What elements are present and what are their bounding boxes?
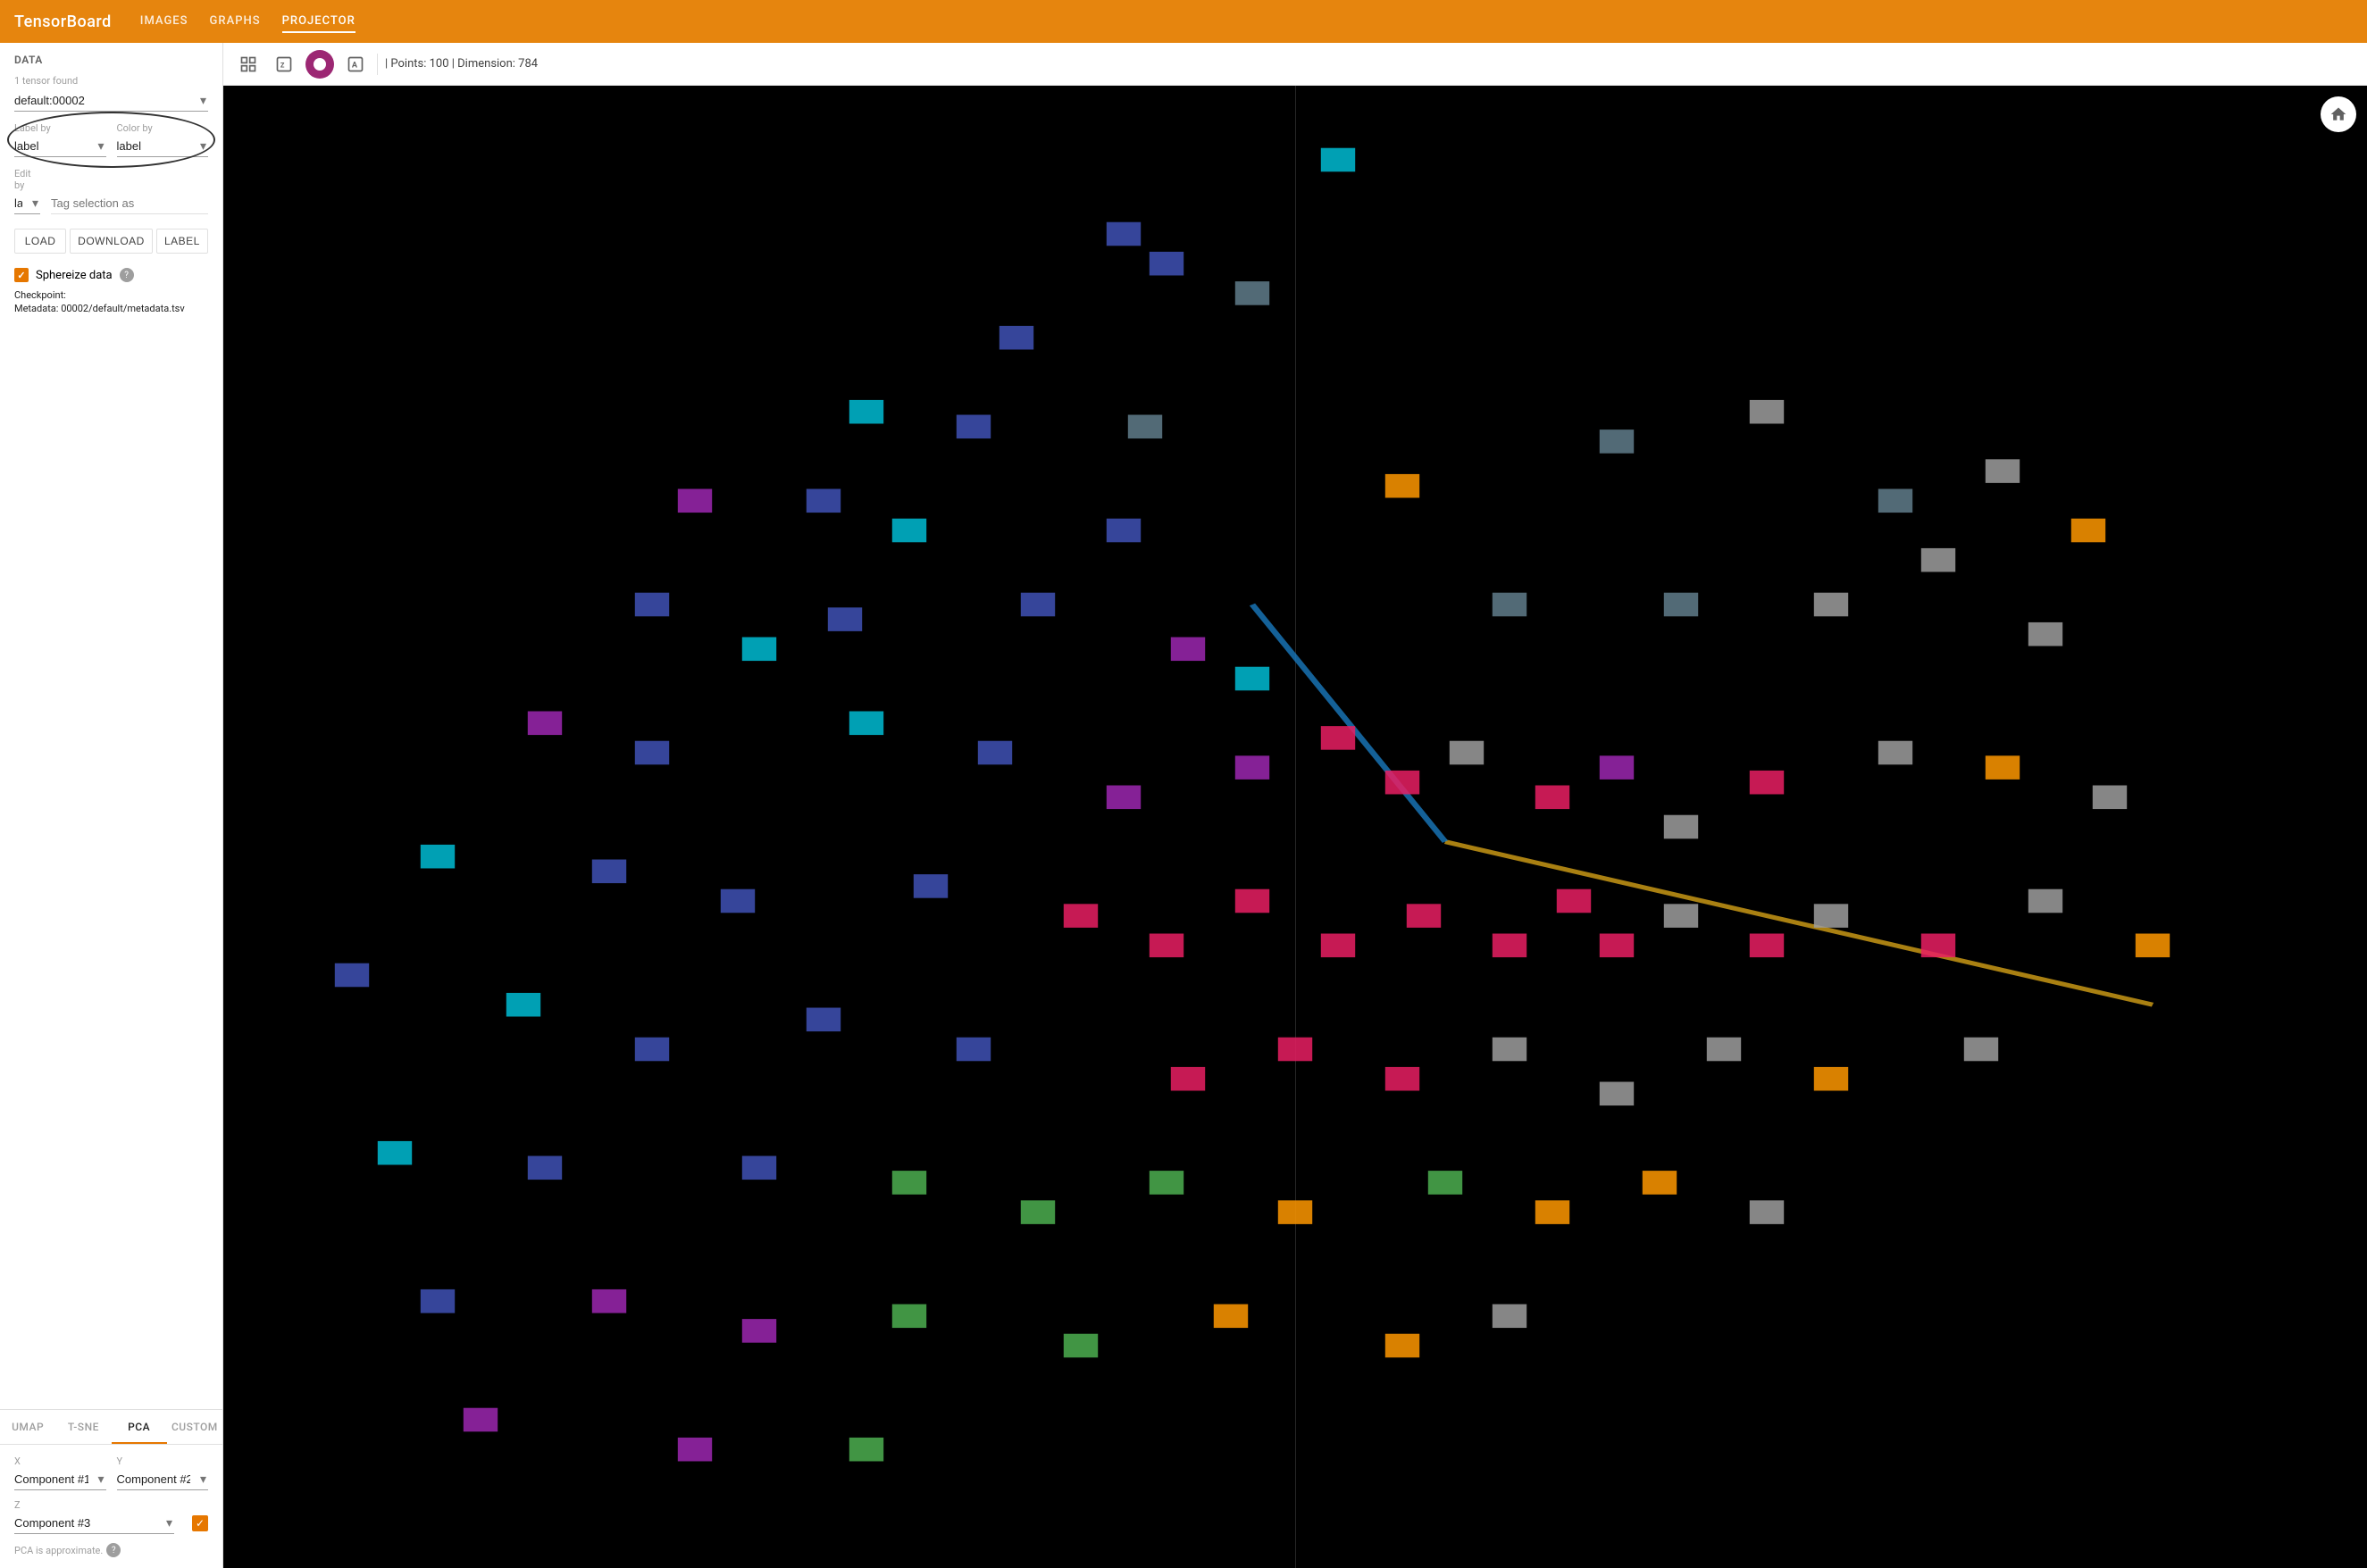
sidebar: DATA 1 tensor found default:00002 ▾ Labe… <box>0 43 223 1568</box>
data-section-title: DATA <box>14 54 208 66</box>
tab-custom[interactable]: CUSTOM <box>167 1410 222 1444</box>
z-axis-row: Z Component #3 ▾ ✓ <box>14 1499 208 1534</box>
load-button[interactable]: Load <box>14 229 66 254</box>
metadata-row: Metadata: 00002/default/metadata.tsv <box>14 303 208 314</box>
metadata-value: 00002/default/metadata.tsv <box>61 303 185 314</box>
svg-text:Z: Z <box>280 61 285 69</box>
sphereize-label: Sphereize data <box>36 269 113 282</box>
sidebar-top: DATA 1 tensor found default:00002 ▾ Labe… <box>0 43 222 1409</box>
label-by-label: Label by <box>14 122 106 134</box>
edit-by-label: Edit by <box>14 168 40 191</box>
color-by-select-wrapper: label ▾ <box>117 136 209 157</box>
method-tabs: UMAP T-SNE PCA CUSTOM <box>0 1410 222 1445</box>
viz-canvas[interactable] <box>223 86 2367 1568</box>
tensor-select-wrapper: default:00002 ▾ <box>14 90 208 112</box>
color-by-group: Color by label ▾ <box>117 122 209 157</box>
sidebar-bottom: UMAP T-SNE PCA CUSTOM X Component #1 ▾ <box>0 1409 222 1568</box>
edit-by-group: Edit by label ▾ <box>14 168 40 214</box>
pca-note-row: PCA is approximate. ? <box>14 1543 208 1557</box>
record-button[interactable] <box>305 50 334 79</box>
z-axis-group: Z Component #3 ▾ <box>14 1499 174 1534</box>
download-button[interactable]: Download <box>70 229 153 254</box>
z-axis-select[interactable]: Component #3 <box>14 1513 174 1534</box>
tab-umap[interactable]: UMAP <box>0 1410 55 1444</box>
sphereize-row: ✓ Sphereize data ? <box>14 268 208 282</box>
tensor-select[interactable]: default:00002 <box>14 90 208 112</box>
pca-help-icon[interactable]: ? <box>106 1543 121 1557</box>
pca-note-text: PCA is approximate. <box>14 1545 103 1556</box>
x-axis-select[interactable]: Component #1 <box>14 1469 106 1490</box>
y-axis-label: Y <box>117 1455 209 1467</box>
label-by-select-wrapper: label ▾ <box>14 136 106 157</box>
text-icon-btn[interactable]: A <box>341 50 370 79</box>
scatter-plot <box>223 86 2367 1568</box>
zoom-icon: Z <box>275 55 293 73</box>
sphereize-help-icon[interactable]: ? <box>120 268 134 282</box>
tag-selection-input[interactable] <box>51 193 208 214</box>
x-axis-label: X <box>14 1455 106 1467</box>
home-icon <box>2329 105 2347 123</box>
label-color-row: Label by label ▾ Color by label <box>14 119 208 161</box>
z-checkbox-checkmark-icon: ✓ <box>196 1517 205 1530</box>
label-by-group: Label by label ▾ <box>14 122 106 157</box>
edit-by-row: Edit by label ▾ <box>14 168 208 214</box>
top-navigation: TensorBoard IMAGES GRAPHS PROJECTOR <box>0 0 2367 43</box>
nav-graphs[interactable]: GRAPHS <box>210 11 261 33</box>
axis-controls: X Component #1 ▾ Y Component #2 <box>0 1445 222 1568</box>
z-axis-select-wrapper: Component #3 ▾ <box>14 1513 174 1534</box>
label-button[interactable]: Label <box>156 229 208 254</box>
checkpoint-row: Checkpoint: <box>14 289 208 301</box>
svg-text:A: A <box>352 61 358 70</box>
nav-images[interactable]: IMAGES <box>140 11 188 33</box>
label-color-container: Label by label ▾ Color by label <box>14 119 208 161</box>
x-axis-group: X Component #1 ▾ <box>14 1455 106 1490</box>
tensor-found-text: 1 tensor found <box>14 75 208 87</box>
main-layout: DATA 1 tensor found default:00002 ▾ Labe… <box>0 43 2367 1568</box>
nav-links: IMAGES GRAPHS PROJECTOR <box>140 11 355 33</box>
z-axis-checkbox[interactable]: ✓ <box>192 1515 208 1531</box>
home-button[interactable] <box>2321 96 2356 132</box>
tab-pca[interactable]: PCA <box>112 1410 167 1444</box>
label-by-select[interactable]: label <box>14 136 106 157</box>
brand-logo: TensorBoard <box>14 13 112 31</box>
xy-axis-row: X Component #1 ▾ Y Component #2 <box>14 1455 208 1490</box>
y-axis-group: Y Component #2 ▾ <box>117 1455 209 1490</box>
zoom-icon-btn[interactable]: Z <box>270 50 298 79</box>
grid-icon <box>239 55 257 73</box>
y-axis-select[interactable]: Component #2 <box>117 1469 209 1490</box>
visualization-area: Z A | Points: 100 | Dimension: 784 <box>223 43 2367 1568</box>
z-axis-label: Z <box>14 1499 174 1511</box>
x-axis-select-wrapper: Component #1 ▾ <box>14 1469 106 1490</box>
text-icon: A <box>347 55 364 73</box>
action-buttons-row: Load Download Label <box>14 229 208 254</box>
metadata-label: Metadata: <box>14 303 58 314</box>
toolbar-divider <box>377 54 378 75</box>
checkbox-checkmark-icon: ✓ <box>17 270 25 281</box>
color-by-select[interactable]: label <box>117 136 209 157</box>
color-by-label: Color by <box>117 122 209 134</box>
edit-by-select[interactable]: label <box>14 193 40 214</box>
tab-tsne[interactable]: T-SNE <box>55 1410 111 1444</box>
edit-by-select-wrapper: label ▾ <box>14 193 40 214</box>
y-axis-select-wrapper: Component #2 ▾ <box>117 1469 209 1490</box>
nav-projector[interactable]: PROJECTOR <box>282 11 355 33</box>
grid-icon-btn[interactable] <box>234 50 263 79</box>
points-info: | Points: 100 | Dimension: 784 <box>385 57 538 71</box>
tensor-select-row: default:00002 ▾ <box>14 90 208 112</box>
checkpoint-label: Checkpoint: <box>14 289 66 301</box>
sphereize-checkbox[interactable]: ✓ <box>14 268 29 282</box>
record-inner-icon <box>314 58 326 71</box>
viz-toolbar: Z A | Points: 100 | Dimension: 784 <box>223 43 2367 86</box>
